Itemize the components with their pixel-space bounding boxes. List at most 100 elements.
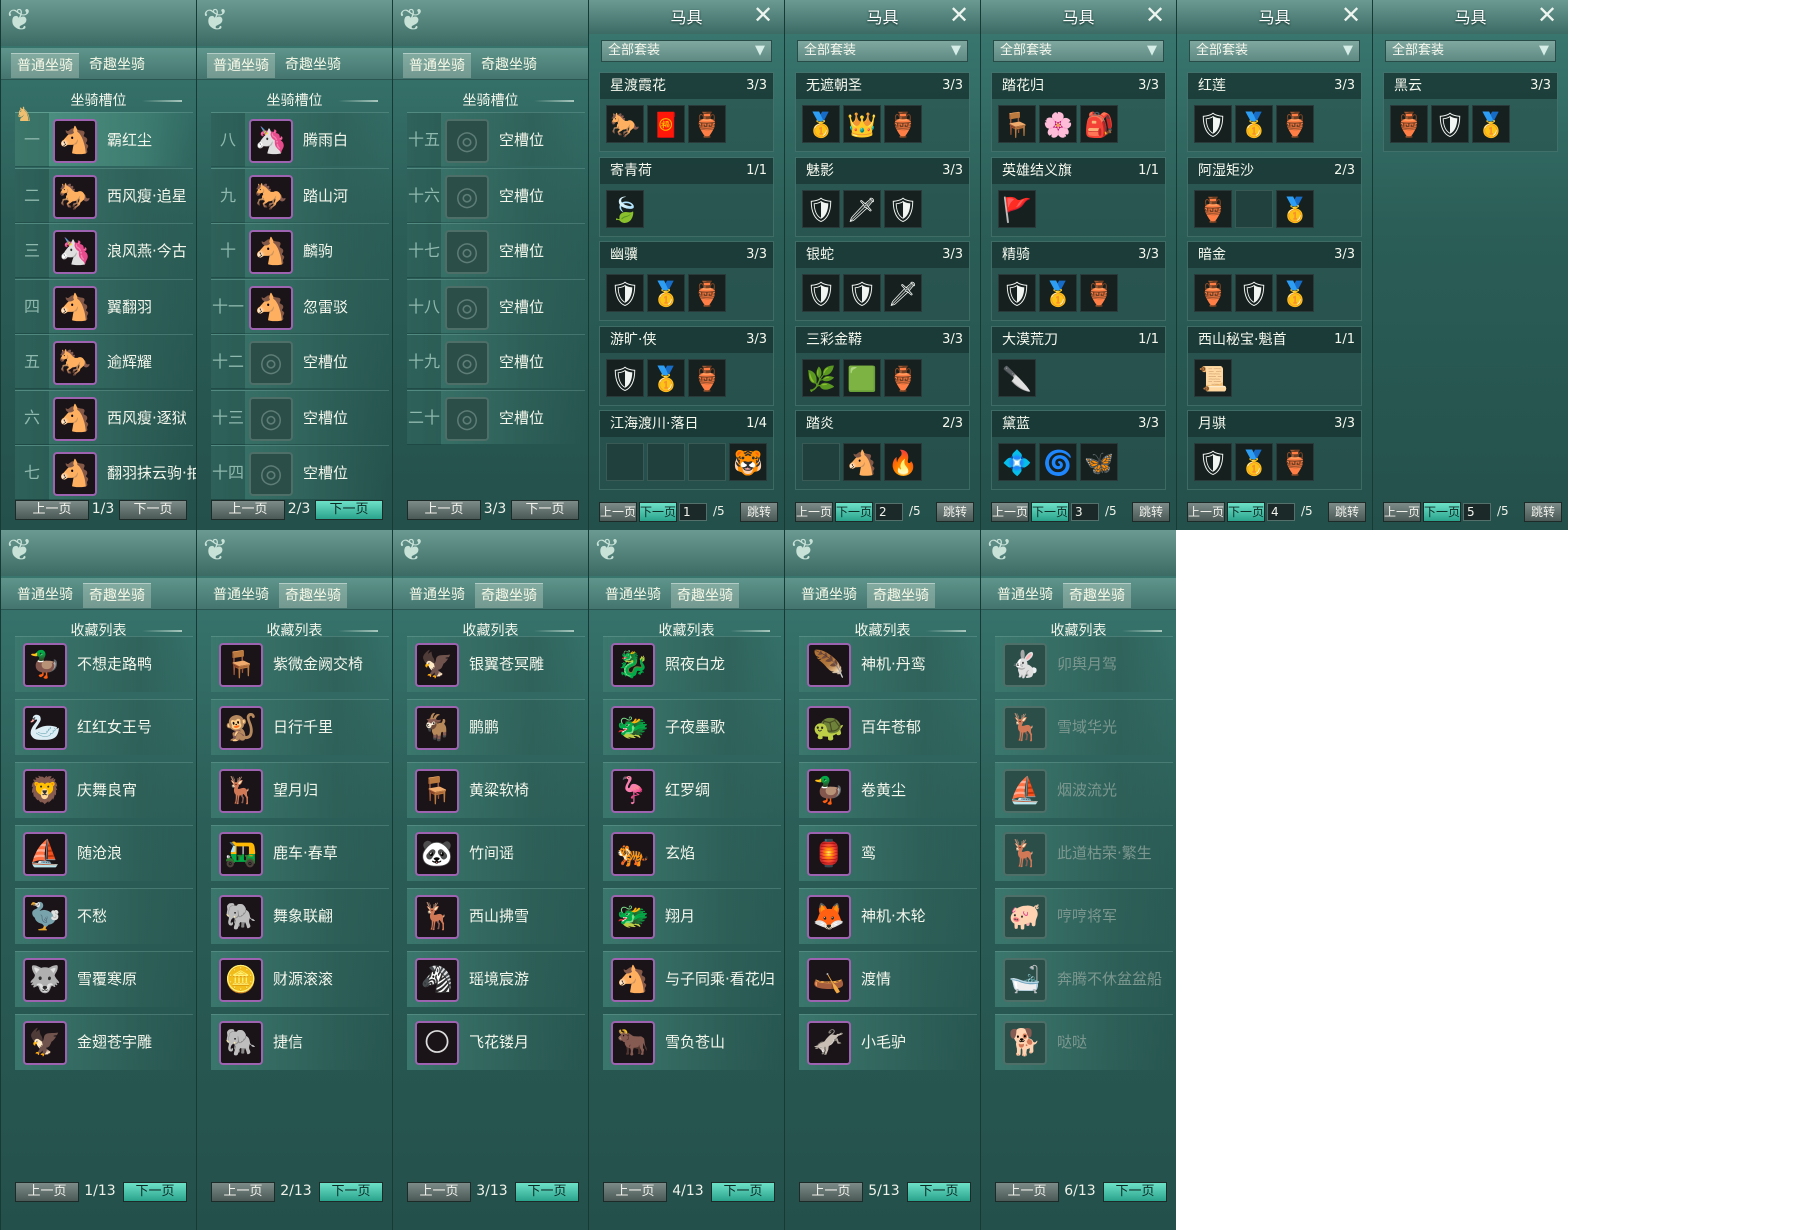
jump-button[interactable]: 跳转 [740,502,778,522]
mount-slot-row[interactable]: 三 🦄 浪风燕·今古 [15,223,193,278]
mount-slot-row[interactable]: 二 🐎 西风瘦·追星 [15,167,193,223]
collection-item[interactable]: 🪑 黄粱软椅 [407,762,585,818]
jump-button[interactable]: 跳转 [1132,502,1170,522]
collection-item[interactable]: 🐉 照夜白龙 [603,636,781,692]
next-page-button[interactable]: 下一页 [1227,502,1265,522]
harness-item-icon[interactable]: 🏺 [688,358,726,397]
set-filter-dropdown[interactable]: 全部套装 ▼ [601,40,772,62]
harness-item-icon[interactable]: 🛡 [998,274,1036,312]
harness-item-icon[interactable]: 🥇 [647,274,685,312]
harness-item-icon[interactable]: 🔪 [998,358,1036,397]
collection-item[interactable]: 🦩 红罗绸 [603,762,781,818]
collection-item[interactable]: 🐖 哼哼将军 [995,888,1173,944]
mount-slot-row[interactable]: 五 🐎 逾辉耀 [15,334,193,389]
collection-item[interactable]: 🛺 鹿车·春草 [211,825,389,881]
harness-item-icon[interactable]: 🥇 [1276,274,1314,312]
jump-button[interactable]: 跳转 [936,502,974,522]
collection-item[interactable]: 🪑 紫微金阙交椅 [211,636,389,692]
harness-item-icon[interactable]: 🦋 [1080,443,1118,481]
set-filter-dropdown[interactable]: 全部套装 ▼ [1189,40,1360,62]
harness-item-icon[interactable]: 🛡 [606,358,644,397]
harness-item-icon[interactable]: 🗡 [884,274,922,312]
collection-item[interactable]: 🐼 竹间谣 [407,825,585,881]
harness-item-icon[interactable]: 🌀 [1039,443,1077,481]
set-filter-dropdown[interactable]: 全部套装 ▼ [797,40,968,62]
harness-item-icon[interactable]: 🥇 [1235,443,1273,481]
harness-item-icon[interactable]: 🐎 [606,105,644,143]
mount-slot-row[interactable]: 十四 ◎ 空槽位 [211,445,389,500]
jump-button[interactable]: 跳转 [1524,502,1562,522]
tab-fun-mounts[interactable]: 奇趣坐骑 [83,53,151,78]
collection-item[interactable]: 🦆 卷黄尘 [799,762,977,818]
harness-item-icon[interactable]: 🏺 [688,274,726,312]
harness-item-icon[interactable]: 🎒 [1080,105,1118,143]
harness-item-icon[interactable]: 🥇 [1235,105,1273,143]
harness-item-icon[interactable]: 🗡 [843,189,881,228]
page-input[interactable]: 3 [1071,503,1099,521]
next-page-button[interactable]: 下一页 [711,1182,775,1202]
mount-slot-row[interactable]: 六 🐴 西风瘦·逐狱 [15,389,193,445]
harness-item-icon[interactable]: 👑 [843,105,881,143]
collection-item[interactable]: 🐲 翔月 [603,888,781,944]
collection-item[interactable]: 🦌 望月归 [211,762,389,818]
next-page-button[interactable]: 下一页 [1031,502,1069,522]
harness-item-icon[interactable]: 🛡 [1194,105,1232,143]
collection-item[interactable]: 🐘 舞象联翩 [211,888,389,944]
tab-normal-mounts[interactable]: 普通坐骑 [207,583,275,608]
mount-slot-row[interactable]: 十五 ◎ 空槽位 [407,112,585,167]
collection-item[interactable]: ⛵ 烟波流光 [995,762,1173,818]
collection-item[interactable]: 🐴 与子同乘·看花归 [603,951,781,1007]
set-filter-dropdown[interactable]: 全部套装 ▼ [1385,40,1556,62]
harness-item-icon[interactable]: 🛡 [606,274,644,312]
next-page-button[interactable]: 下一页 [639,502,677,522]
harness-item-icon[interactable]: 🌸 [1039,105,1077,143]
collection-item[interactable]: 🦊 神机·木轮 [799,888,977,944]
tab-fun-mounts[interactable]: 奇趣坐骑 [83,583,151,608]
collection-item[interactable]: 🪙 财源滚滚 [211,951,389,1007]
collection-item[interactable]: 🐇 卯舆月驾 [995,636,1173,692]
mount-slot-row[interactable]: 十一 🐴 忽雷驳 [211,278,389,334]
harness-item-icon[interactable]: 🏺 [1276,443,1314,481]
next-page-button[interactable]: 下一页 [315,500,383,520]
harness-item-icon[interactable]: 🏺 [1276,105,1314,143]
harness-item-icon[interactable]: 🐴 [843,443,881,481]
page-input[interactable]: 5 [1463,503,1491,521]
tab-fun-mounts[interactable]: 奇趣坐骑 [475,583,543,608]
next-page-button[interactable]: 下一页 [515,1182,579,1202]
collection-item[interactable]: 🪶 神机·丹鸾 [799,636,977,692]
harness-item-icon[interactable]: 🌿 [802,358,840,397]
tab-normal-mounts[interactable]: 普通坐骑 [795,583,863,608]
collection-item[interactable]: 🌕 飞花镂月 [407,1014,585,1070]
harness-item-icon[interactable]: 🛡 [1194,443,1232,481]
harness-item-icon[interactable]: 🛡 [802,274,840,312]
mount-slot-row[interactable]: 八 🦄 腾雨白 [211,112,389,167]
page-input[interactable]: 2 [875,503,903,521]
prev-page-button[interactable]: 上一页 [599,502,637,522]
harness-item-icon[interactable]: 🥇 [1276,189,1314,228]
harness-item-icon[interactable]: 📜 [1194,358,1232,397]
mount-slot-row[interactable]: 十二 ◎ 空槽位 [211,334,389,389]
collection-item[interactable]: 🦌 此道枯荣·繁生 [995,825,1173,881]
tab-normal-mounts[interactable]: 普通坐骑 [991,583,1059,608]
harness-item-icon[interactable]: 🏺 [688,105,726,143]
mount-slot-row[interactable]: 十 🐴 麟驹 [211,223,389,278]
next-page-button[interactable]: 下一页 [119,500,187,520]
harness-item-icon[interactable]: 🚩 [998,189,1036,228]
close-icon[interactable]: ✕ [750,2,776,28]
mount-slot-row[interactable]: 十三 ◎ 空槽位 [211,389,389,445]
harness-item-icon[interactable]: 🔥 [884,443,922,481]
next-page-button[interactable]: 下一页 [511,500,579,520]
harness-item-icon[interactable]: 🍃 [606,189,644,228]
close-icon[interactable]: ✕ [1338,2,1364,28]
harness-item-icon[interactable]: 🥇 [802,105,840,143]
tab-normal-mounts[interactable]: 普通坐骑 [403,583,471,608]
tab-normal-mounts[interactable]: 普通坐骑 [11,583,79,608]
collection-item[interactable]: 🦌 雪域华光 [995,699,1173,755]
tab-fun-mounts[interactable]: 奇趣坐骑 [867,583,935,608]
empty-item-slot[interactable] [647,443,685,481]
empty-item-slot[interactable] [606,443,644,481]
harness-item-icon[interactable]: 🏺 [1194,274,1232,312]
harness-item-icon[interactable]: 🟩 [843,358,881,397]
collection-item[interactable]: 🐺 雪覆寒原 [15,951,193,1007]
collection-item[interactable]: 🐂 雪负苍山 [603,1014,781,1070]
